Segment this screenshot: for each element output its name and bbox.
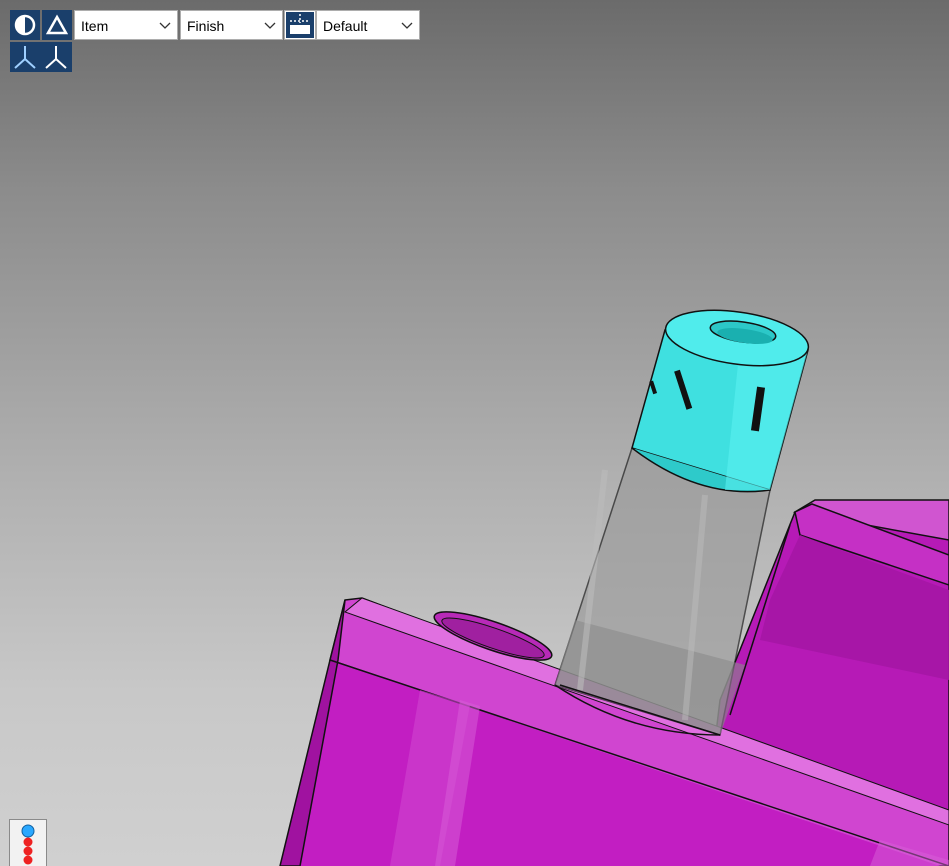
coordinate-triad-icon[interactable]	[10, 42, 72, 72]
color-legend[interactable]	[9, 819, 47, 866]
item-dropdown-value: Item	[81, 18, 109, 34]
finish-dropdown-value: Finish	[187, 18, 225, 34]
chevron-down-icon	[159, 22, 171, 29]
chevron-down-icon	[401, 22, 413, 29]
view-orientation-icon	[286, 12, 314, 38]
cyan-cylinder[interactable]	[631, 302, 812, 493]
finish-dropdown[interactable]: Finish	[180, 10, 283, 40]
item-dropdown[interactable]: Item	[74, 10, 178, 40]
3d-scene[interactable]	[0, 0, 949, 866]
chevron-down-icon	[264, 22, 276, 29]
color-legend-icon	[21, 824, 35, 865]
view-orientation-button[interactable]	[284, 10, 316, 40]
contrast-icon[interactable]	[10, 10, 40, 40]
triangle-icon[interactable]	[42, 10, 72, 40]
view-dropdown[interactable]: Default	[316, 10, 420, 40]
view-dropdown-value: Default	[323, 18, 368, 34]
3d-viewport[interactable]: Item Finish Default	[0, 0, 949, 866]
